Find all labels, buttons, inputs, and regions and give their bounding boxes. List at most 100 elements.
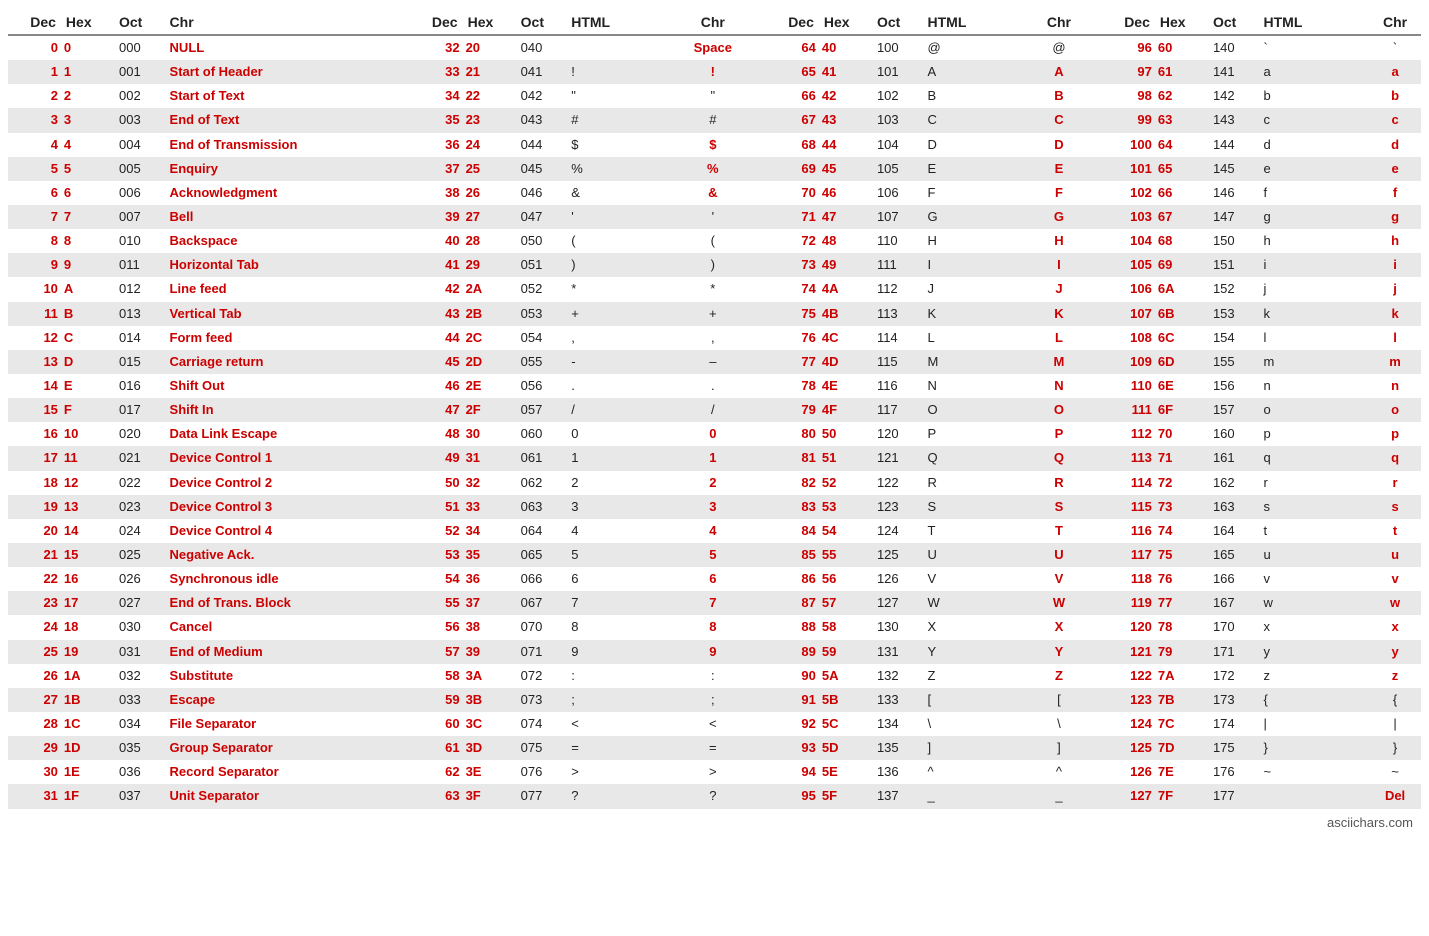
table-row: 13D015Carriage return452D055-–774D115MM1… (8, 350, 1421, 374)
table-cell: 45 (820, 157, 871, 181)
table-cell: 43 (410, 302, 464, 326)
table-cell: 5B (820, 688, 871, 712)
table-cell: 012 (113, 277, 164, 301)
table-cell: 74 (766, 277, 820, 301)
table-cell: 035 (113, 736, 164, 760)
table-cell: L (922, 326, 1034, 350)
table-cell: 63 (1156, 108, 1207, 132)
table-cell: 011 (113, 253, 164, 277)
table-cell: 31 (8, 784, 62, 808)
table-row: 2519031End of Medium5739071998959131YY12… (8, 640, 1421, 664)
table-cell: 10 (62, 422, 113, 446)
table-cell: 33 (464, 495, 515, 519)
table-cell: 7 (565, 591, 677, 615)
table-cell: 032 (113, 664, 164, 688)
table-cell: 55 (410, 591, 464, 615)
table-cell: s (1369, 495, 1421, 519)
table-cell: } (1369, 736, 1421, 760)
table-cell: . (565, 374, 677, 398)
table-cell: 65 (1156, 157, 1207, 181)
table-cell: 171 (1207, 640, 1258, 664)
table-cell: ( (677, 229, 749, 253)
table-cell: s (1258, 495, 1370, 519)
table-cell: ) (677, 253, 749, 277)
table-cell: 001 (113, 60, 164, 84)
table-cell: 73 (1156, 495, 1207, 519)
table-cell: Unit Separator (164, 784, 393, 808)
table-cell: 103 (871, 108, 922, 132)
table-cell: 25 (464, 157, 515, 181)
table-cell: 84 (766, 519, 820, 543)
table-cell: 68 (1156, 229, 1207, 253)
table-cell: 79 (766, 398, 820, 422)
table-cell: 20 (8, 519, 62, 543)
table-cell: 71 (766, 205, 820, 229)
table-cell: 2 (62, 84, 113, 108)
table-cell: 125 (1102, 736, 1156, 760)
h-hex4: Hex (1156, 10, 1207, 35)
table-cell: 116 (1102, 519, 1156, 543)
table-cell: 1A (62, 664, 113, 688)
table-cell: 104 (1102, 229, 1156, 253)
table-cell: 1 (62, 60, 113, 84)
table-cell: 140 (1207, 35, 1258, 60)
ascii-table: Dec Hex Oct Chr Dec Hex Oct HTML Chr Dec… (8, 10, 1421, 809)
table-cell: 3F (464, 784, 515, 808)
table-cell: 000 (113, 35, 164, 60)
table-row: 99011Horizontal Tab4129051))7349111II105… (8, 253, 1421, 277)
table-cell: 151 (1207, 253, 1258, 277)
table-cell: 025 (113, 543, 164, 567)
table-cell: & (677, 181, 749, 205)
table-cell: > (677, 760, 749, 784)
table-cell: 136 (871, 760, 922, 784)
table-row: 14E016Shift Out462E056..784E116NN1106E15… (8, 374, 1421, 398)
table-cell: 63 (410, 784, 464, 808)
table-cell: 1 (565, 446, 677, 470)
table-row: 2317027End of Trans. Block55370677787571… (8, 591, 1421, 615)
table-cell: 23 (8, 591, 62, 615)
table-cell: 154 (1207, 326, 1258, 350)
table-cell: Acknowledgment (164, 181, 393, 205)
table-cell: 3D (464, 736, 515, 760)
table-row: 44004End of Transmission3624044$$6844104… (8, 133, 1421, 157)
table-cell: 54 (820, 519, 871, 543)
table-cell: ) (565, 253, 677, 277)
table-cell: x (1369, 615, 1421, 639)
table-cell: 94 (766, 760, 820, 784)
table-cell: Record Separator (164, 760, 393, 784)
table-cell: 3C (464, 712, 515, 736)
table-cell: Escape (164, 688, 393, 712)
table-cell: 10 (8, 277, 62, 301)
table-cell: 6B (1156, 302, 1207, 326)
table-cell: 76 (766, 326, 820, 350)
table-cell: 36 (464, 567, 515, 591)
table-cell: 157 (1207, 398, 1258, 422)
table-cell: 98 (1102, 84, 1156, 108)
table-cell: $ (565, 133, 677, 157)
table-cell: B (922, 84, 1034, 108)
table-cell: Start of Text (164, 84, 393, 108)
table-cell: 31 (464, 446, 515, 470)
table-cell: 7F (1156, 784, 1207, 808)
table-cell: 66 (766, 84, 820, 108)
table-row: 301E036Record Separator623E076>>945E136^… (8, 760, 1421, 784)
table-cell: 35 (464, 543, 515, 567)
table-cell: 57 (410, 640, 464, 664)
table-cell: 063 (515, 495, 566, 519)
table-row: 15F017Shift In472F057//794F117OO1116F157… (8, 398, 1421, 422)
table-cell: 3A (464, 664, 515, 688)
table-cell: Y (922, 640, 1034, 664)
table-cell: 155 (1207, 350, 1258, 374)
table-cell: Negative Ack. (164, 543, 393, 567)
table-cell: 56 (820, 567, 871, 591)
table-cell: ^ (922, 760, 1034, 784)
table-cell: , (565, 326, 677, 350)
table-cell: G (1033, 205, 1085, 229)
table-cell: 15 (62, 543, 113, 567)
table-cell: v (1258, 567, 1370, 591)
table-cell: r (1369, 471, 1421, 495)
table-cell: 0 (62, 35, 113, 60)
table-cell: 113 (871, 302, 922, 326)
table-cell: 117 (1102, 543, 1156, 567)
table-cell: ? (677, 784, 749, 808)
